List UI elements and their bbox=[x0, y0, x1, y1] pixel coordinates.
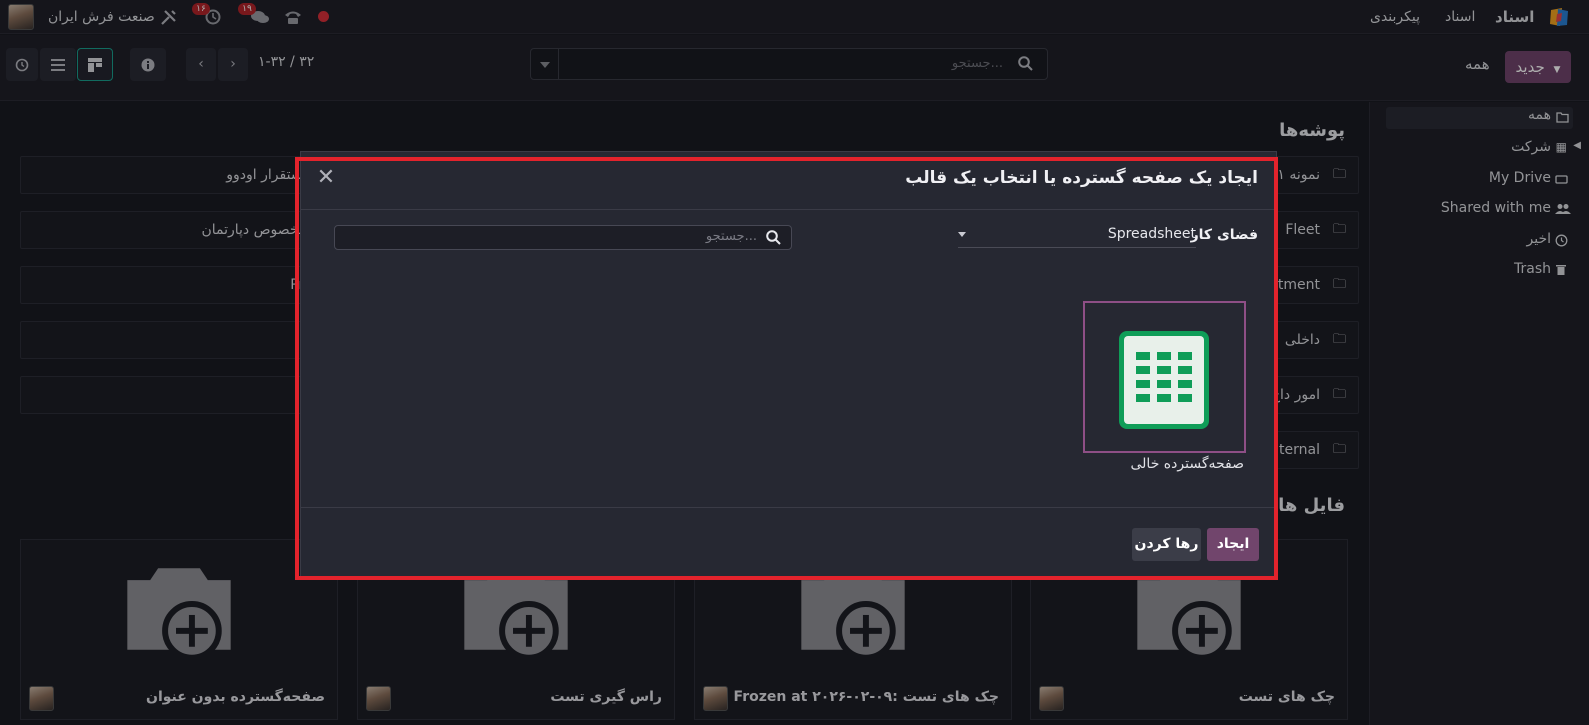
new-spreadsheet-dialog: ایجاد یک صفحه گسترده یا انتخاب یک قالب ✕… bbox=[300, 151, 1277, 578]
template-search[interactable]: جستجو... bbox=[334, 225, 792, 250]
discard-button[interactable]: رها کردن bbox=[1132, 528, 1201, 561]
footer-divider bbox=[301, 507, 1276, 508]
template-blank-spreadsheet[interactable] bbox=[1083, 301, 1246, 453]
spreadsheet-icon bbox=[1119, 331, 1209, 429]
workspace-value: Spreadsheet bbox=[1107, 226, 1196, 242]
header-divider bbox=[301, 209, 1276, 210]
template-name: صفحه‌گسترده خالی bbox=[1130, 456, 1245, 472]
caret-down-icon bbox=[958, 232, 966, 237]
search-icon[interactable] bbox=[766, 230, 781, 245]
workspace-select[interactable]: Spreadsheet bbox=[958, 222, 1196, 248]
dialog-title: ایجاد یک صفحه گسترده یا انتخاب یک قالب bbox=[905, 168, 1258, 188]
template-search-input[interactable]: جستجو... bbox=[706, 229, 757, 244]
workspace-label: فضای کار bbox=[1190, 227, 1258, 243]
close-icon[interactable]: ✕ bbox=[315, 167, 337, 190]
create-button[interactable]: ایجاد bbox=[1207, 528, 1259, 561]
